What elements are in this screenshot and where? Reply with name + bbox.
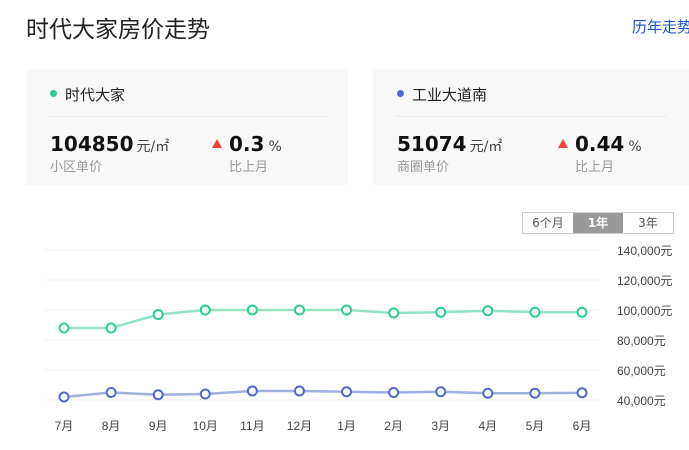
data-point (388, 307, 400, 319)
x-tick-label: 8月 (102, 419, 121, 433)
data-point (576, 387, 588, 399)
data-point (482, 387, 494, 399)
data-point (105, 387, 117, 398)
data-point (435, 386, 447, 398)
y-tick-label: 80,000元 (617, 334, 666, 348)
x-tick-label: 7月 (55, 419, 74, 433)
data-point (152, 309, 164, 320)
x-tick-label: 6月 (573, 419, 592, 433)
x-tick-label: 10月 (193, 419, 218, 433)
x-tick-label: 9月 (149, 419, 168, 433)
data-point (482, 305, 494, 317)
y-tick-label: 100,000元 (617, 304, 672, 318)
x-tick-label: 2月 (384, 419, 403, 433)
data-point (199, 388, 211, 400)
data-point (529, 387, 541, 399)
y-tick-label: 140,000元 (617, 244, 672, 258)
x-tick-label: 12月 (287, 419, 312, 433)
data-point (341, 304, 353, 316)
x-tick-label: 11月 (240, 419, 264, 433)
series-line (64, 308, 582, 330)
data-point (293, 304, 305, 316)
data-point (199, 304, 211, 316)
x-tick-label: 4月 (478, 419, 497, 433)
x-tick-label: 3月 (431, 419, 450, 433)
data-point (529, 306, 541, 318)
x-tick-label: 1月 (337, 419, 356, 433)
data-point (435, 306, 447, 318)
data-point (246, 304, 258, 316)
data-point (293, 385, 305, 397)
data-point (152, 389, 164, 401)
data-point (576, 306, 588, 318)
data-point (105, 322, 117, 334)
x-tick-label: 5月 (526, 419, 545, 433)
price-trend-chart: 140,000元 120,000元 100,000元 80,000元 60,000元 40… (44, 244, 672, 433)
series-line (63, 389, 583, 399)
y-tick-label: 120,000元 (617, 274, 672, 288)
data-point (58, 322, 70, 334)
data-point (341, 386, 353, 398)
data-point (58, 391, 70, 403)
data-point (388, 387, 400, 398)
y-tick-label: 40,000元 (617, 394, 666, 408)
data-point (246, 385, 258, 397)
y-tick-label: 60,000元 (617, 364, 666, 378)
